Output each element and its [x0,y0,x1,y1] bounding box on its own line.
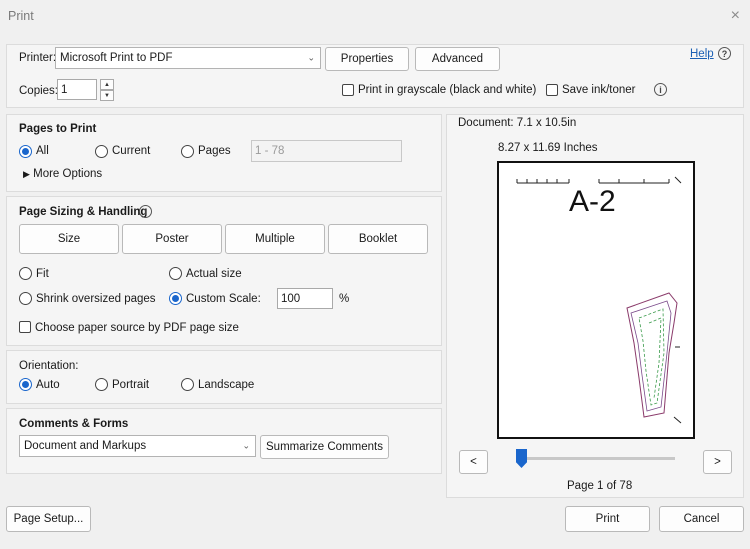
page-sizing-title: Page Sizing & Handling [19,206,148,218]
tab-booklet[interactable]: Booklet [328,224,428,254]
custom-scale-label[interactable]: Custom Scale: [186,293,261,305]
copies-label: Copies: [19,85,58,97]
landscape-radio[interactable] [181,378,194,391]
chevron-down-icon: ⌄ [307,52,315,63]
paper-source-checkbox[interactable] [19,321,31,333]
actual-size-label[interactable]: Actual size [186,268,242,280]
current-label[interactable]: Current [112,145,150,157]
current-radio[interactable] [95,145,108,158]
percent-label: % [339,293,350,305]
printer-select[interactable]: Microsoft Print to PDF ⌄ [55,47,321,69]
tab-multiple[interactable]: Multiple [225,224,325,254]
pages-range-input[interactable]: 1 - 78 [251,140,402,162]
shrink-radio[interactable] [19,292,32,305]
save-ink-label[interactable]: Save ink/toner [562,84,636,96]
portrait-radio[interactable] [95,378,108,391]
printer-label: Printer: [19,52,57,64]
next-page-button[interactable]: > [703,450,732,474]
info-icon[interactable]: i [654,83,667,96]
title-bar: Print × [0,0,750,34]
page-preview: A-2 [497,161,695,439]
copies-up-icon[interactable]: ▲ [100,79,114,90]
auto-label[interactable]: Auto [36,379,60,391]
help-icon[interactable]: ? [718,47,731,60]
cancel-button[interactable]: Cancel [659,506,744,532]
prev-page-button[interactable]: < [459,450,488,474]
save-ink-checkbox[interactable] [546,84,558,96]
more-options-toggle[interactable]: ▶ More Options [23,168,102,180]
page-status: Page 1 of 78 [567,480,633,492]
page-preview-label: A-2 [569,185,616,218]
properties-button[interactable]: Properties [325,47,409,71]
summarize-comments-button[interactable]: Summarize Comments [260,435,389,459]
page-slider-track[interactable] [519,457,675,460]
close-icon[interactable]: × [731,7,740,25]
custom-scale-input[interactable]: 100 [277,288,333,309]
grayscale-checkbox[interactable] [342,84,354,96]
all-label[interactable]: All [36,145,49,157]
print-button[interactable]: Print [565,506,650,532]
pages-label[interactable]: Pages [198,145,231,157]
grayscale-label[interactable]: Print in grayscale (black and white) [358,84,536,96]
printer-select-value: Microsoft Print to PDF [60,52,173,64]
pages-radio[interactable] [181,145,194,158]
info-icon[interactable]: i [139,205,152,218]
chevron-down-icon: ⌄ [242,440,250,451]
fit-label[interactable]: Fit [36,268,49,280]
shrink-label[interactable]: Shrink oversized pages [36,293,156,305]
orientation-title: Orientation: [19,360,79,372]
page-setup-button[interactable]: Page Setup... [6,506,91,532]
comments-select-value: Document and Markups [24,440,147,452]
comments-select[interactable]: Document and Markups ⌄ [19,435,256,457]
document-size: Document: 7.1 x 10.5in [458,117,577,129]
custom-scale-radio[interactable] [169,292,182,305]
paper-source-label[interactable]: Choose paper source by PDF page size [35,322,239,334]
tab-size[interactable]: Size [19,224,119,254]
actual-size-radio[interactable] [169,267,182,280]
comments-title: Comments & Forms [19,418,129,430]
copies-down-icon[interactable]: ▼ [100,90,114,101]
window-title: Print [8,9,34,23]
pages-to-print-title: Pages to Print [19,123,97,135]
portrait-label[interactable]: Portrait [112,379,149,391]
paper-size: 8.27 x 11.69 Inches [498,142,598,154]
help-link[interactable]: Help [690,48,714,60]
fit-radio[interactable] [19,267,32,280]
triangle-right-icon: ▶ [23,169,30,179]
auto-radio[interactable] [19,378,32,391]
all-radio[interactable] [19,145,32,158]
more-options-label: More Options [33,168,103,180]
landscape-label[interactable]: Landscape [198,379,254,391]
tab-poster[interactable]: Poster [122,224,222,254]
copies-input[interactable]: 1 [57,79,97,100]
orientation-panel [6,350,442,404]
advanced-button[interactable]: Advanced [415,47,500,71]
